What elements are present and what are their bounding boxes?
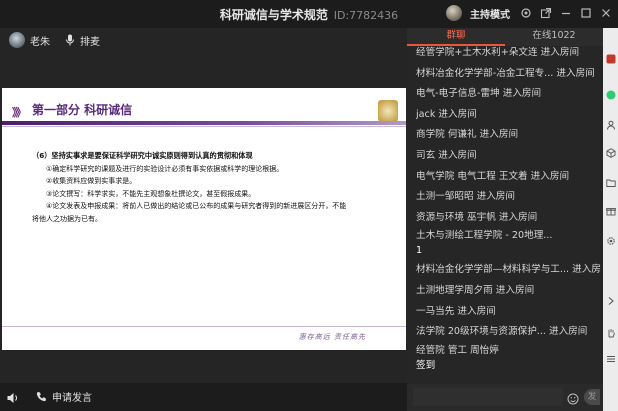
chat-message: 法学院 20级环境与资源保护... 进入房间	[416, 326, 588, 338]
maximize-icon[interactable]	[580, 7, 592, 19]
chat-message-body: 1	[416, 245, 423, 257]
slide-motto: 惠存高远 责任高先	[298, 333, 366, 341]
chat-panel: 群聊 在线1022 经管学院+土木水利+朵文连 进入房间 材料冶金化学学部-冶金…	[407, 28, 603, 411]
chat-input[interactable]	[413, 388, 563, 406]
chat-message: 经管院 管工 周怡婷	[416, 344, 499, 356]
slide-footer-rule	[2, 326, 406, 327]
settings-icon[interactable]	[520, 7, 532, 19]
presenter-avatar	[9, 32, 25, 48]
chat-message: 材料冶金化学学部-冶金工程专... 进入房间	[416, 67, 595, 79]
gear-icon[interactable]	[606, 236, 616, 246]
send-button[interactable]: 发送	[584, 389, 600, 405]
chat-icon[interactable]	[606, 90, 616, 100]
side-toolbar	[603, 28, 618, 411]
slide-item: ②收集资料应做到实事求是。	[46, 177, 137, 185]
close-icon[interactable]	[600, 7, 612, 19]
panel-tabs: 群聊 在线1022	[407, 28, 603, 46]
tab-group-chat[interactable]: 群聊	[407, 28, 505, 46]
chat-message: 土测地理学周夕雨 进入房间	[416, 284, 535, 296]
app-icon[interactable]	[606, 54, 616, 64]
meeting-id: ID:7782436	[333, 9, 399, 22]
host-mode-label[interactable]: 主持模式	[470, 6, 510, 21]
request-speak-button[interactable]: 申请发言	[36, 389, 92, 404]
bottom-bar: 申请发言	[0, 383, 407, 411]
folder-icon[interactable]	[606, 178, 616, 188]
tab-online[interactable]: 在线1022	[505, 28, 603, 46]
slide-item: ③论文撰写：科学求实，不能先主观想象杜撰论文，甚至假报成果。	[46, 189, 256, 198]
volume-icon[interactable]	[6, 390, 20, 404]
chat-messages: 经管学院+土木水利+朵文连 进入房间 材料冶金化学学部-冶金工程专... 进入房…	[416, 46, 601, 386]
menu-icon[interactable]	[606, 354, 616, 364]
slide-header-band	[2, 121, 406, 125]
gift-icon[interactable]	[606, 206, 616, 216]
chat-input-row: 发送	[407, 384, 603, 411]
chat-message: 商学院 何谦礼 进入房间	[416, 129, 519, 141]
slide-chevrons: 》》	[12, 106, 26, 119]
chevron-right-icon[interactable]	[606, 296, 616, 306]
popout-icon[interactable]	[540, 7, 552, 19]
chat-message: 土测一邹昭昭 进入房间	[416, 191, 515, 203]
phone-icon	[36, 392, 46, 402]
meeting-title: 科研诚信与学术规范	[219, 8, 328, 22]
chat-message: 电气学院 电气工程 王文着 进入房间	[416, 170, 570, 182]
university-emblem-icon	[378, 100, 398, 122]
request-speak-label: 申请发言	[52, 393, 92, 404]
chat-message: 材料冶金化学学部—材料科学与工... 进入房间	[416, 264, 601, 276]
hand-icon[interactable]	[606, 328, 616, 338]
chat-message: 土木与测绘工程学院 - 20地理...	[416, 230, 553, 242]
cube-icon[interactable]	[606, 148, 616, 158]
slide-item: ①确定科学研究的课题及进行的实验设计必须有事实依据或科学的理论根据。	[46, 164, 284, 173]
minimize-icon[interactable]	[560, 7, 572, 19]
chat-message: jack 进入房间	[416, 108, 477, 120]
user-icon[interactable]	[606, 120, 616, 130]
mic-icon	[65, 34, 75, 46]
chat-message: 经管学院+土木水利+朵文连 进入房间	[416, 47, 580, 58]
chat-message-body: 签到	[416, 359, 436, 371]
presenter-info: 老朱 排麦	[9, 32, 100, 48]
queue-mic-button[interactable]: 排麦	[80, 33, 100, 48]
presenter-name: 老朱	[30, 36, 50, 48]
slide-body: （6）坚持实事求是要保证科学研究中诚实原则得到认真的贯彻和体现 ①确定科学研究的…	[32, 150, 392, 225]
title-bar: 科研诚信与学术规范 ID:7782436 主持模式	[0, 0, 618, 28]
chat-message: 一马当先 进入房间	[416, 305, 496, 317]
chat-message: 电气-电子信息-雷坤 进入房间	[416, 88, 542, 100]
title-bar-controls: 主持模式	[446, 5, 612, 21]
chat-message: 资源与环境 巫宇帆 进入房间	[416, 211, 538, 223]
slide-item: ④论文发表及申报成果：将前人已做出的结论或已公布的成果与研究者得到的新进展区分开…	[46, 202, 347, 210]
slide-subtitle: （6）坚持实事求是要保证科学研究中诚实原则得到认真的贯彻和体现	[32, 151, 253, 160]
video-area: 老朱 排麦 》》 第一部分 科研诚信 （6）坚持实事求是要保证科学研究中诚实原则…	[0, 28, 407, 383]
emoji-icon[interactable]	[567, 390, 579, 405]
chat-message: 司玄 进入房间	[416, 149, 477, 161]
slide-header-rule	[2, 126, 406, 127]
presentation-slide: 》》 第一部分 科研诚信 （6）坚持实事求是要保证科学研究中诚实原则得到认真的贯…	[2, 88, 406, 350]
slide-item-continuation: 将他人之功据为已有。	[32, 214, 102, 223]
host-avatar[interactable]	[446, 5, 462, 21]
slide-header: 》》 第一部分 科研诚信	[2, 96, 406, 122]
slide-heading: 第一部分 科研诚信	[32, 103, 133, 117]
